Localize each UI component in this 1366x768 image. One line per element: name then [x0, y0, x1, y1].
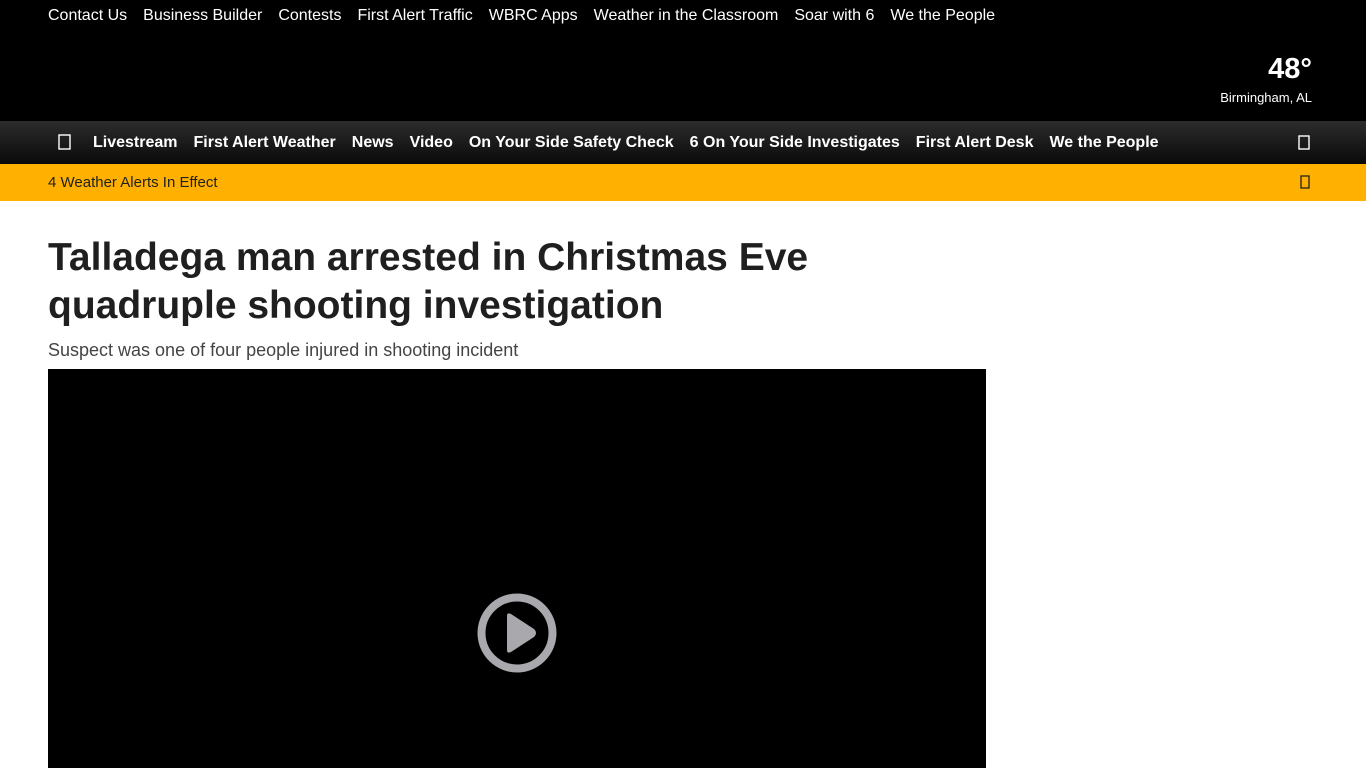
main-nav-items: Livestream First Alert Weather News Vide… — [93, 121, 1159, 164]
utility-link-contests[interactable]: Contests — [278, 6, 341, 26]
weather-alert-bar[interactable]: 4 Weather Alerts In Effect — [0, 164, 1366, 201]
hamburger-menu-icon[interactable] — [56, 132, 76, 152]
utility-link-business-builder[interactable]: Business Builder — [143, 6, 262, 26]
utility-link-we-the-people[interactable]: We the People — [890, 6, 995, 26]
search-icon[interactable] — [1294, 133, 1314, 153]
nav-item-video[interactable]: Video — [410, 134, 453, 152]
nav-item-livestream[interactable]: Livestream — [93, 134, 178, 152]
main-nav: Livestream First Alert Weather News Vide… — [0, 121, 1366, 164]
play-icon[interactable] — [476, 592, 558, 674]
nav-item-investigates[interactable]: 6 On Your Side Investigates — [690, 134, 900, 152]
video-player[interactable] — [48, 369, 986, 768]
utility-nav: Contact Us Business Builder Contests Fir… — [48, 6, 995, 26]
utility-link-contact-us[interactable]: Contact Us — [48, 6, 127, 26]
weather-temperature: 48° — [1268, 53, 1312, 85]
chevron-down-icon[interactable] — [1296, 174, 1314, 192]
article-headline: Talladega man arrested in Christmas Eve … — [48, 236, 809, 327]
nav-item-news[interactable]: News — [352, 134, 394, 152]
weather-location: Birmingham, AL — [1220, 90, 1312, 105]
nav-item-first-alert-desk[interactable]: First Alert Desk — [916, 134, 1034, 152]
site-header: Contact Us Business Builder Contests Fir… — [0, 0, 1366, 121]
nav-item-first-alert-weather[interactable]: First Alert Weather — [194, 134, 336, 152]
utility-link-soar-with-6[interactable]: Soar with 6 — [794, 6, 874, 26]
utility-link-wbrc-apps[interactable]: WBRC Apps — [489, 6, 578, 26]
article-subheadline: Suspect was one of four people injured i… — [48, 340, 519, 360]
nav-item-safety-check[interactable]: On Your Side Safety Check — [469, 134, 674, 152]
nav-item-we-the-people[interactable]: We the People — [1049, 134, 1158, 152]
weather-widget[interactable]: 48° Birmingham, AL — [1220, 52, 1312, 107]
utility-link-weather-classroom[interactable]: Weather in the Classroom — [594, 6, 779, 26]
weather-alert-text: 4 Weather Alerts In Effect — [48, 174, 218, 191]
utility-link-first-alert-traffic[interactable]: First Alert Traffic — [357, 6, 472, 26]
